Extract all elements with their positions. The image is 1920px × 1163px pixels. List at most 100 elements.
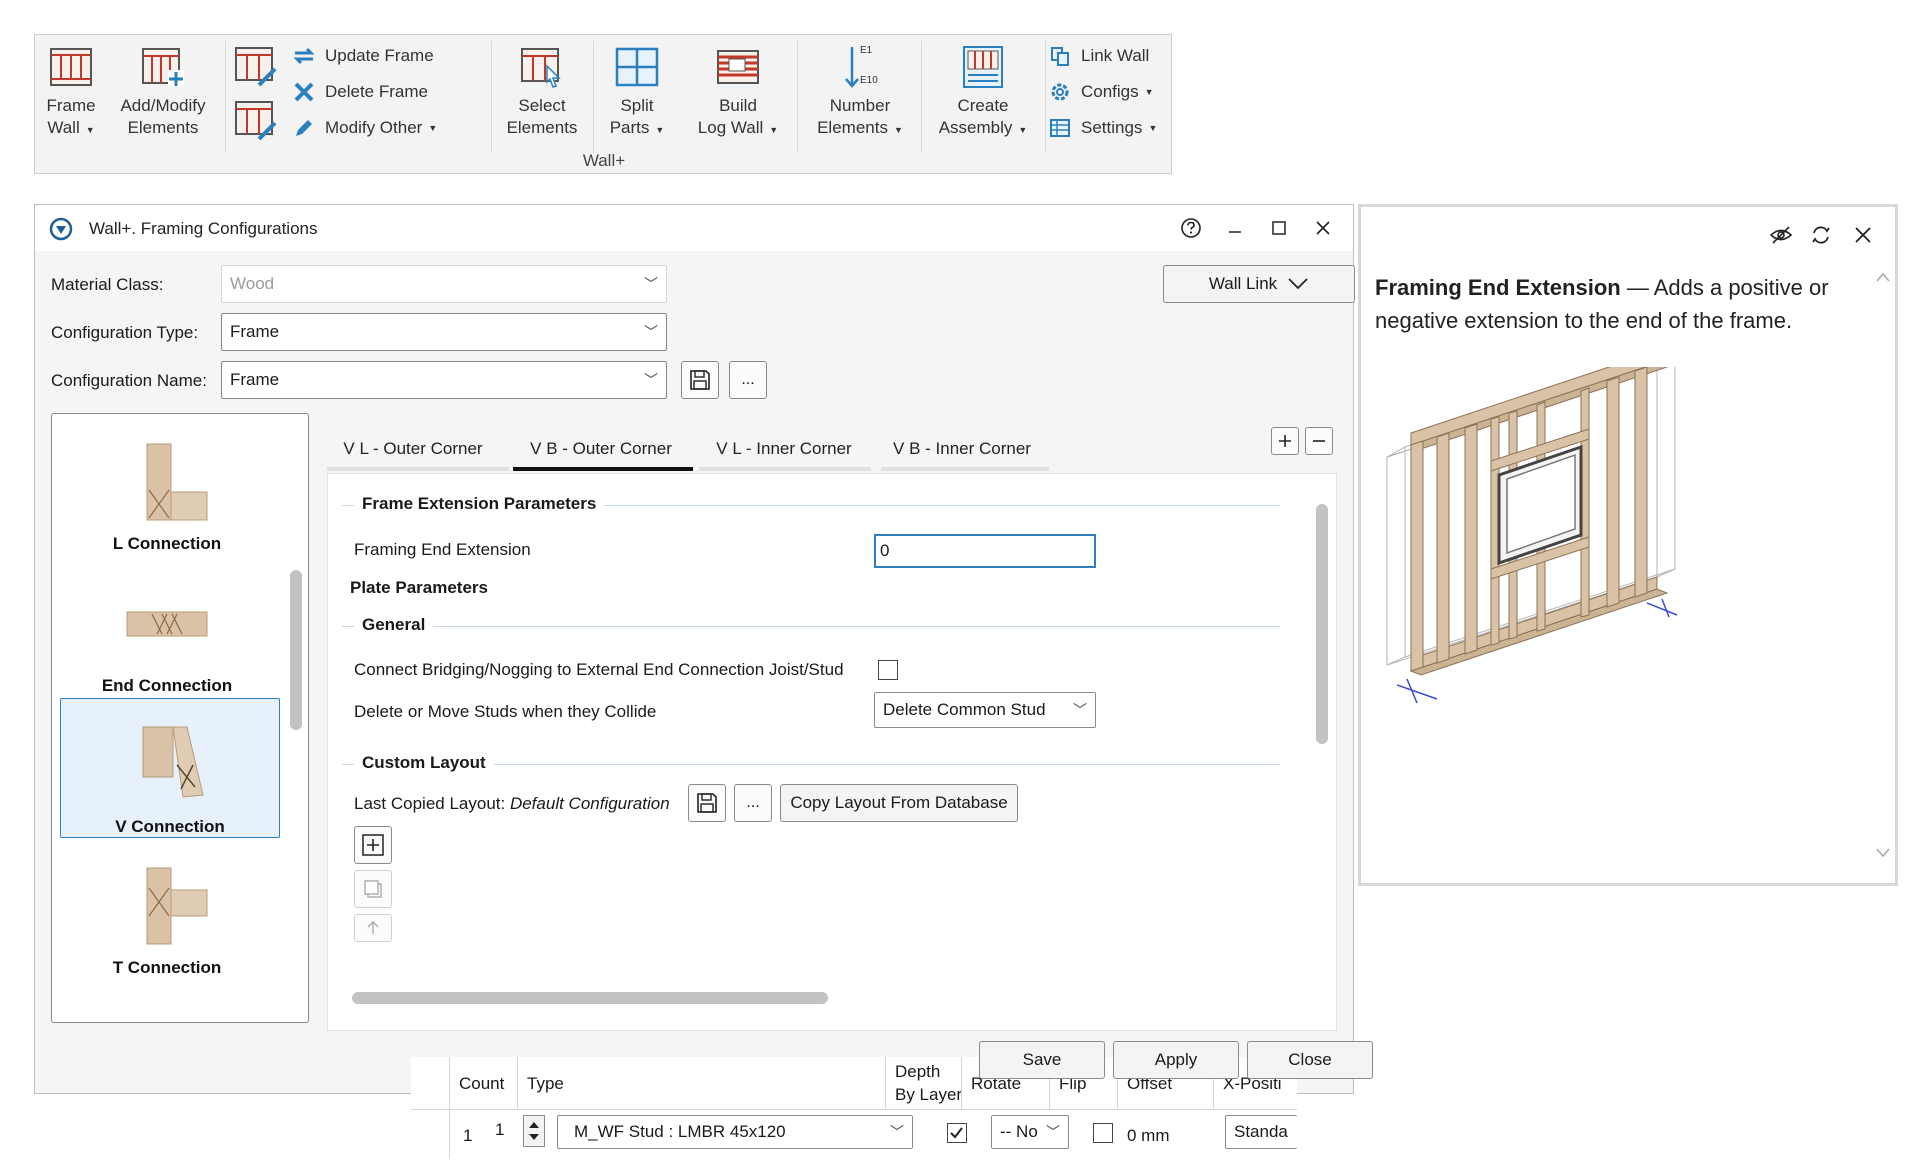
panel-vscrollbar[interactable] <box>1316 504 1328 744</box>
minimize-icon <box>1229 231 1241 233</box>
grid-header-divider <box>411 1109 1297 1110</box>
plus-box-icon <box>362 834 384 856</box>
configs-button[interactable]: Configs ▼ <box>1047 77 1154 107</box>
link-wall-button[interactable]: Link Wall <box>1047 41 1149 71</box>
rotate-dropdown[interactable]: -- No ﹀ <box>991 1115 1069 1149</box>
connection-list-scrollbar[interactable] <box>290 570 302 730</box>
split-label-1: Split <box>620 96 654 115</box>
tab-vb-outer-corner[interactable]: V B - Outer Corner <box>513 429 689 469</box>
tab-vl-outer-corner[interactable]: V L - Outer Corner <box>333 429 493 469</box>
scroll-up-icon[interactable] <box>1875 271 1891 285</box>
update-frame-button[interactable]: Update Frame <box>291 41 434 71</box>
number-icon-top-text: E1 <box>860 45 873 56</box>
select-elements-button[interactable]: Select Elements <box>499 41 585 139</box>
copy-layout-button[interactable]: Copy Layout From Database <box>780 784 1018 822</box>
build-label-2-wrap: Log Wall ▼ <box>698 117 778 141</box>
delete-frame-button[interactable]: Delete Frame <box>291 77 428 107</box>
tab-vl-inner-corner[interactable]: V L - Inner Corner <box>699 429 869 469</box>
offset-value[interactable]: 0 mm <box>1127 1125 1170 1147</box>
configuration-type-combo[interactable]: Frame ﹀ <box>221 313 667 351</box>
add-modify-label-2: Elements <box>127 118 199 137</box>
save-configuration-button[interactable] <box>681 361 719 399</box>
chevron-down-icon: ﹀ <box>644 372 658 388</box>
framing-end-extension-value: 0 <box>880 541 890 560</box>
add-row-button[interactable] <box>354 826 392 864</box>
build-log-wall-button[interactable]: Build Log Wall ▼ <box>687 41 789 141</box>
create-assembly-button[interactable]: Create Assembly ▼ <box>929 41 1037 141</box>
help-icon <box>1181 218 1201 238</box>
tab-underline <box>881 467 1049 471</box>
ribbon: Frame Wall ▼ Add/Modify Elements Update F… <box>34 34 1172 174</box>
chevron-down-icon: ▼ <box>85 125 95 135</box>
configuration-type-value: Frame <box>230 322 280 341</box>
wall-link-dropdown[interactable]: Wall Link <box>1163 265 1355 303</box>
assembly-label-2: Assembly <box>938 118 1013 137</box>
close-help-icon[interactable] <box>1853 225 1875 247</box>
tab-vb-inner-corner[interactable]: V B - Inner Corner <box>881 429 1043 469</box>
remove-tab-button[interactable] <box>1305 427 1333 455</box>
connection-item-t[interactable]: T Connection <box>52 838 282 978</box>
number-label-1: Number <box>829 96 891 115</box>
layout-more-button[interactable]: ... <box>734 784 772 822</box>
connection-settings-panel: Frame Extension Parameters Framing End E… <box>327 473 1337 1031</box>
number-elements-button[interactable]: E1 E10 Number Elements ▼ <box>807 41 913 141</box>
frame-wall-label-2: Wall ▼ <box>47 117 94 141</box>
connection-item-v[interactable]: V Connection <box>60 698 280 838</box>
delete-x-icon <box>291 79 317 105</box>
row-type-value: M_WF Stud : LMBR 45x120 <box>574 1122 786 1141</box>
chevron-down-icon: ▼ <box>1144 87 1154 97</box>
frame-modify-icon[interactable] <box>233 97 281 145</box>
v-connection-thumbnail <box>142 726 204 798</box>
app-logo-icon <box>49 217 73 241</box>
frame-update-icon[interactable] <box>233 43 281 91</box>
settings-button[interactable]: Settings ▼ <box>1047 113 1157 143</box>
framing-end-extension-label: Framing End Extension <box>354 540 531 559</box>
row-type-dropdown[interactable]: M_WF Stud : LMBR 45x120 ﹀ <box>557 1115 913 1149</box>
chevron-down-icon: ▼ <box>769 125 779 135</box>
layout-grid-hscrollbar[interactable] <box>352 992 828 1004</box>
sync-icon[interactable] <box>1809 223 1835 249</box>
flip-checkbox[interactable] <box>1093 1123 1113 1143</box>
framing-end-extension-input[interactable]: 0 <box>874 534 1096 568</box>
pencil-icon <box>291 115 317 141</box>
floppy-save-icon <box>697 793 717 813</box>
hide-eye-icon[interactable] <box>1769 223 1795 249</box>
duplicate-row-button[interactable] <box>354 870 392 908</box>
frame-wall-label-2-text: Wall <box>47 118 80 137</box>
assembly-icon <box>957 41 1009 93</box>
x-position-dropdown[interactable]: Standa <box>1225 1115 1297 1149</box>
connection-item-end[interactable]: End Connection <box>52 556 282 696</box>
help-button[interactable] <box>1173 213 1209 243</box>
depth-by-layer-checkbox[interactable] <box>947 1123 967 1143</box>
tab-label: V B - Inner Corner <box>893 439 1031 458</box>
save-layout-button[interactable] <box>688 784 726 822</box>
close-window-button[interactable] <box>1305 213 1341 243</box>
maximize-button[interactable] <box>1261 213 1297 243</box>
close-button[interactable]: Close <box>1247 1041 1373 1079</box>
move-row-up-button[interactable] <box>354 914 392 942</box>
minimize-button[interactable] <box>1217 213 1253 243</box>
connect-bridging-checkbox[interactable] <box>878 660 898 680</box>
chevron-down-icon: ﹀ <box>1073 702 1087 718</box>
more-options-button[interactable]: ... <box>729 361 767 399</box>
add-modify-elements-button[interactable]: Add/Modify Elements <box>109 41 217 139</box>
scroll-down-icon[interactable] <box>1875 847 1891 861</box>
connection-item-l[interactable]: L Connection <box>52 414 282 554</box>
connection-label-l: L Connection <box>112 534 222 553</box>
chevron-down-icon: ▼ <box>893 125 903 135</box>
active-tab-underline <box>513 467 693 471</box>
framing-configurations-dialog: Wall+. Framing Configurations Material C… <box>34 204 1373 1163</box>
apply-button[interactable]: Apply <box>1113 1041 1239 1079</box>
add-tab-button[interactable] <box>1271 427 1299 455</box>
material-class-value: Wood <box>230 274 275 293</box>
link-icon <box>1047 43 1073 69</box>
count-stepper[interactable] <box>523 1115 545 1147</box>
row-count-value[interactable]: 1 <box>495 1119 504 1141</box>
frame-wall-button[interactable]: Frame Wall ▼ <box>39 41 103 141</box>
configuration-name-combo[interactable]: Frame ﹀ <box>221 361 667 399</box>
save-button[interactable]: Save <box>979 1041 1105 1079</box>
assembly-label-2-wrap: Assembly ▼ <box>939 117 1028 141</box>
split-parts-button[interactable]: Split Parts ▼ <box>601 41 673 141</box>
modify-other-button[interactable]: Modify Other ▼ <box>291 113 437 143</box>
collide-dropdown[interactable]: Delete Common Stud ﹀ <box>874 692 1096 728</box>
